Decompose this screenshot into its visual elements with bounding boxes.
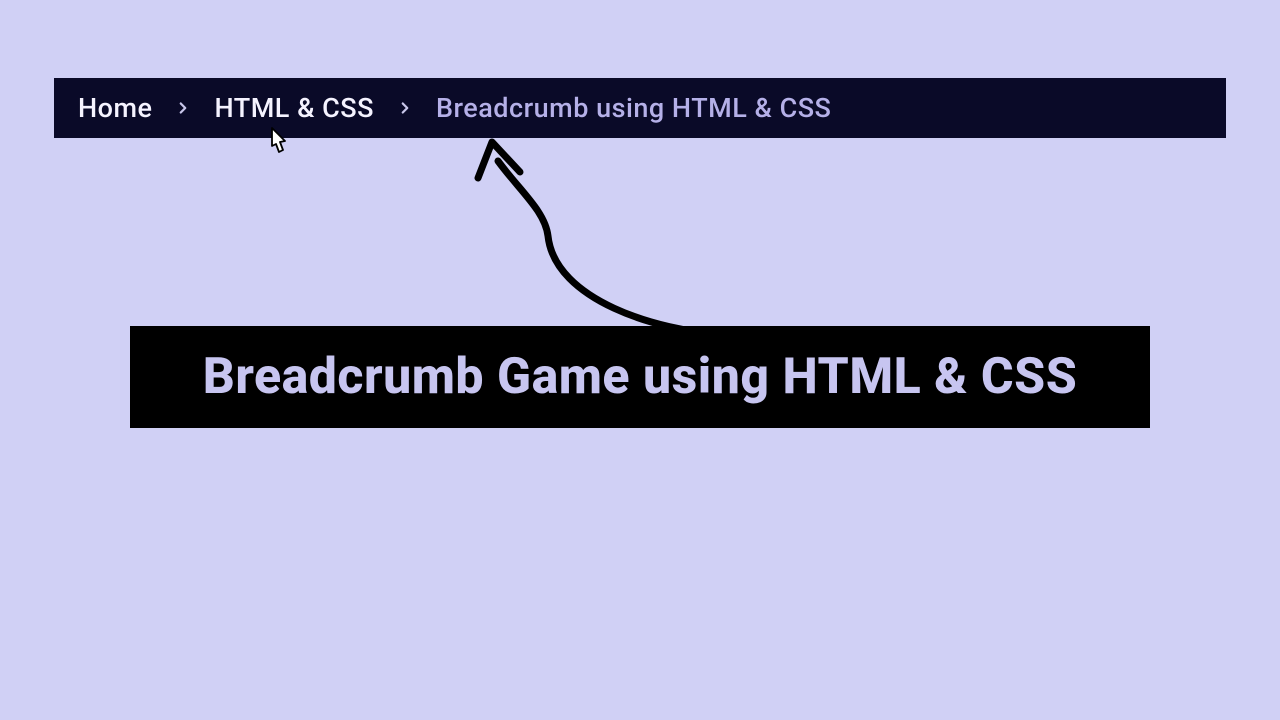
cursor-pointer-icon (262, 126, 290, 158)
page-title: Breadcrumb Game using HTML & CSS (156, 348, 1124, 406)
chevron-right-icon (174, 99, 192, 117)
breadcrumb-item-current: Breadcrumb using HTML & CSS (436, 92, 831, 124)
arrow-annotation-icon (460, 136, 740, 346)
breadcrumb: Home HTML & CSS Breadcrumb using HTML & … (54, 78, 1226, 138)
breadcrumb-item-html-css[interactable]: HTML & CSS (214, 92, 373, 124)
breadcrumb-item-home[interactable]: Home (78, 92, 152, 124)
chevron-right-icon (396, 99, 414, 117)
